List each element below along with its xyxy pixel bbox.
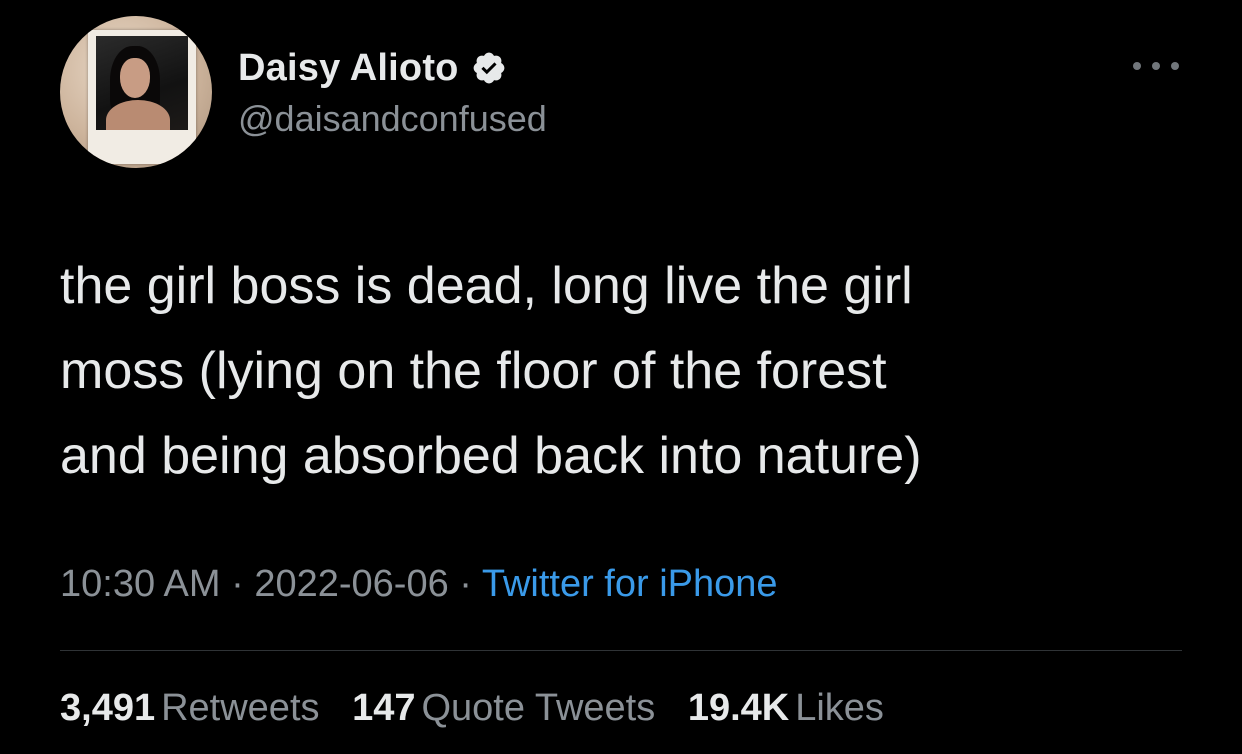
retweets-stat[interactable]: 3,491 Retweets xyxy=(60,687,320,730)
tweet-time[interactable]: 10:30 AM xyxy=(60,563,221,605)
tweet-stats: 3,491 Retweets 147 Quote Tweets 19.4K Likes xyxy=(60,687,906,730)
likes-label: Likes xyxy=(795,687,884,729)
avatar-polaroid xyxy=(88,30,196,164)
author-name-row[interactable]: Daisy Alioto xyxy=(238,44,507,92)
meta-separator: · xyxy=(231,563,244,605)
tweet-date[interactable]: 2022-06-06 xyxy=(254,563,448,605)
author-display-name[interactable]: Daisy Alioto xyxy=(238,47,459,90)
meta-separator: · xyxy=(459,563,472,605)
verified-badge-icon xyxy=(473,52,504,84)
tweet-text: the girl boss is dead, long live the gir… xyxy=(60,257,922,485)
retweets-count: 3,491 xyxy=(60,687,156,729)
avatar-photo xyxy=(96,36,188,130)
quote-tweets-stat[interactable]: 147 Quote Tweets xyxy=(352,687,655,730)
likes-stat[interactable]: 19.4K Likes xyxy=(688,687,884,730)
quote-tweets-label: Quote Tweets xyxy=(421,687,656,729)
more-options-icon[interactable] xyxy=(1133,56,1179,76)
tweet-source-link[interactable]: Twitter for iPhone xyxy=(482,563,778,605)
tweet-meta: 10:30 AM · 2022-06-06 · Twitter for iPho… xyxy=(60,563,778,606)
author-handle[interactable]: @daisandconfused xyxy=(238,98,547,140)
tweet-card: Daisy Alioto @daisandconfused the girl b… xyxy=(0,0,1242,754)
avatar[interactable] xyxy=(60,16,212,168)
quote-tweets-count: 147 xyxy=(352,687,416,729)
divider xyxy=(60,650,1182,651)
likes-count: 19.4K xyxy=(687,687,790,729)
retweets-label: Retweets xyxy=(161,687,320,729)
